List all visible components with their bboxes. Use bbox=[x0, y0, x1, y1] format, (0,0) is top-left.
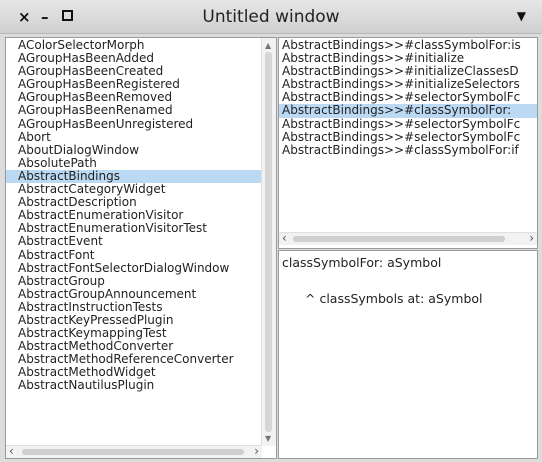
class-list-hscroll-thumb[interactable] bbox=[22, 449, 244, 455]
method-list-item[interactable]: AbstractBindings>>#classSymbolFor: bbox=[279, 104, 537, 118]
scroll-right-icon[interactable]: › bbox=[254, 445, 259, 457]
class-list-item[interactable]: AGroupHasBeenUnregistered bbox=[6, 117, 262, 131]
scroll-left-icon[interactable]: ‹ bbox=[9, 445, 14, 457]
window-menu-icon[interactable]: ▼ bbox=[517, 9, 526, 23]
class-list-item[interactable]: AbstractGroupAnnouncement bbox=[6, 287, 262, 301]
class-list-item[interactable]: AbstractFontSelectorDialogWindow bbox=[6, 261, 262, 275]
class-list-item[interactable]: AbstractNautilusPlugin bbox=[6, 379, 262, 392]
scroll-up-icon[interactable]: ▲ bbox=[265, 41, 271, 50]
scroll-down-icon[interactable]: ▼ bbox=[265, 434, 271, 443]
method-list-pane[interactable]: AbstractBindings>>#classSymbolFor:is Abst… bbox=[278, 37, 538, 249]
scroll-left-icon[interactable]: ‹ bbox=[282, 232, 287, 244]
source-code-pane[interactable]: classSymbolFor: aSymbol ^ classSymbols a… bbox=[278, 250, 538, 459]
class-list-item[interactable]: AbsolutePath bbox=[6, 156, 262, 170]
method-list-item[interactable]: AbstractBindings>>#selectorSymbolFc bbox=[279, 130, 537, 144]
class-list-item[interactable]: AboutDialogWindow bbox=[6, 143, 262, 157]
window-title: Untitled window bbox=[202, 7, 340, 27]
method-list[interactable]: AbstractBindings>>#classSymbolFor:is Abst… bbox=[279, 38, 537, 157]
class-list-item[interactable]: AGroupHasBeenRenamed bbox=[6, 104, 262, 117]
browser-window: × – Untitled window ▼ AColorSelectorMorp… bbox=[0, 0, 542, 462]
class-list-item[interactable]: AbstractInstructionTests bbox=[6, 300, 262, 314]
method-list-hscroll-thumb[interactable] bbox=[293, 236, 505, 242]
class-list-item[interactable]: Abort bbox=[6, 130, 262, 144]
scroll-right-icon[interactable]: › bbox=[529, 232, 534, 244]
method-signature[interactable]: classSymbolFor: aSymbol bbox=[282, 255, 441, 270]
class-list-vertical-scrollbar[interactable]: ▲ ▼ bbox=[261, 38, 276, 446]
method-body[interactable]: ^ classSymbols at: aSymbol bbox=[305, 291, 483, 306]
class-list-scroll-thumb[interactable] bbox=[265, 52, 272, 432]
method-list-item[interactable]: AbstractBindings>>#classSymbolFor:if bbox=[279, 143, 537, 157]
class-list-item[interactable]: AbstractEvent bbox=[6, 235, 262, 248]
class-list-pane[interactable]: AColorSelectorMorph AGroupHasBeenAdded AGr… bbox=[5, 37, 277, 459]
class-list-item[interactable]: AbstractFont bbox=[6, 248, 262, 262]
method-list-item[interactable]: AbstractBindings>>#selectorSymbolFc bbox=[279, 117, 537, 131]
class-list[interactable]: AColorSelectorMorph AGroupHasBeenAdded AGr… bbox=[6, 38, 262, 393]
class-list-item[interactable]: AbstractGroup bbox=[6, 274, 262, 288]
method-list-horizontal-scrollbar[interactable]: ‹ › bbox=[279, 232, 537, 245]
title-bar[interactable]: × – Untitled window ▼ bbox=[0, 0, 542, 34]
class-list-horizontal-scrollbar[interactable]: ‹ › bbox=[6, 445, 262, 458]
